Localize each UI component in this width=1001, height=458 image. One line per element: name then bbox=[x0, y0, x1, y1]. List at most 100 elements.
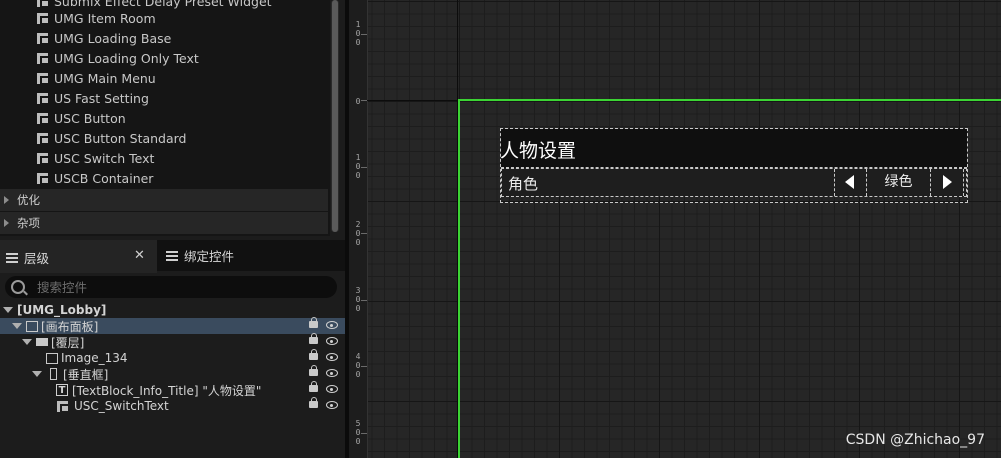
palette-item-label: US Fast Setting bbox=[54, 90, 149, 106]
palette-item-label: UMG Item Room bbox=[54, 10, 156, 26]
palette-item[interactable]: USC Switch Text bbox=[36, 148, 154, 168]
prev-button[interactable] bbox=[834, 169, 866, 196]
category-label: 杂项 bbox=[17, 216, 40, 230]
arrow-right-icon bbox=[943, 175, 952, 189]
tree-root[interactable]: [UMG_Lobby] bbox=[0, 302, 345, 318]
category-label: 优化 bbox=[17, 193, 40, 207]
palette-scrollbar-thumb[interactable] bbox=[332, 0, 338, 232]
lock-icon[interactable] bbox=[309, 333, 318, 344]
watermark: CSDN @Zhichao_97 bbox=[845, 432, 985, 448]
tree-item-label: [TextBlock_Info_Title] "人物设置" bbox=[72, 383, 262, 398]
collapse-arrow-icon bbox=[12, 323, 22, 329]
switch-label: 角色 bbox=[508, 175, 539, 193]
tree-item-title-textblock[interactable]: T [TextBlock_Info_Title] "人物设置" bbox=[0, 381, 345, 398]
user-widget-icon bbox=[36, 72, 50, 85]
user-widget-icon bbox=[36, 132, 50, 145]
canvas-panel-icon bbox=[26, 320, 38, 332]
lock-icon[interactable] bbox=[309, 397, 318, 408]
search-box bbox=[5, 276, 337, 298]
user-widget-icon bbox=[36, 112, 50, 125]
overlay-icon bbox=[36, 338, 48, 346]
ruler-tick bbox=[361, 233, 367, 234]
title-text: 人物设置 bbox=[500, 140, 577, 162]
tree-item-switch-text[interactable]: USC_SwitchText bbox=[0, 397, 345, 414]
palette-item[interactable]: USC Button bbox=[36, 108, 126, 128]
text-block-icon: T bbox=[56, 384, 68, 396]
palette-item[interactable]: USCB Container bbox=[36, 168, 153, 188]
arrow-left-icon bbox=[845, 175, 854, 189]
lock-icon[interactable] bbox=[309, 381, 318, 392]
title-text-block[interactable]: 人物设置 bbox=[500, 129, 967, 168]
tree-item-label: Image_134 bbox=[61, 351, 128, 365]
expand-arrow-icon bbox=[4, 196, 9, 204]
palette-item[interactable]: UMG Loading Base bbox=[36, 28, 171, 48]
tree-item-label: [画布面板] bbox=[41, 319, 99, 334]
user-widget-icon bbox=[56, 400, 70, 413]
palette-item[interactable]: UMG Item Room bbox=[36, 8, 156, 28]
lock-icon[interactable] bbox=[309, 317, 318, 328]
palette-item[interactable]: US Fast Setting bbox=[36, 88, 149, 108]
eye-icon[interactable] bbox=[326, 401, 338, 409]
user-widget-icon bbox=[36, 172, 50, 185]
eye-icon[interactable] bbox=[326, 369, 338, 377]
palette-item[interactable]: UMG Main Menu bbox=[36, 68, 156, 88]
eye-icon[interactable] bbox=[326, 353, 338, 361]
switch-text-widget[interactable]: 角色 绿色 bbox=[501, 168, 967, 197]
user-widget-icon bbox=[36, 152, 50, 165]
tree-item-overlay[interactable]: [覆层] bbox=[0, 333, 345, 350]
ruler-label: 0 bbox=[355, 97, 361, 106]
collapse-arrow-icon bbox=[3, 307, 13, 313]
tree-item-vertical-box[interactable]: [垂直框] bbox=[0, 365, 345, 382]
lock-icon[interactable] bbox=[309, 365, 318, 376]
collapse-arrow-icon bbox=[22, 339, 32, 345]
ruler-tick bbox=[361, 366, 367, 367]
list-icon bbox=[166, 250, 178, 262]
collapse-arrow-icon bbox=[32, 371, 42, 377]
tree-item-canvas-panel[interactable]: [画布面板] bbox=[0, 317, 345, 334]
ruler-tick bbox=[361, 300, 367, 301]
widget-palette: Submix Effect Delay Preset Widget UMG It… bbox=[0, 0, 330, 236]
search-input[interactable] bbox=[35, 278, 309, 296]
palette-item-label: USC Button bbox=[54, 110, 126, 126]
user-widget-icon bbox=[36, 12, 50, 25]
palette-item-label: USC Button Standard bbox=[54, 130, 187, 146]
image-icon bbox=[46, 352, 58, 364]
ruler-tick bbox=[361, 167, 367, 168]
eye-icon[interactable] bbox=[326, 385, 338, 393]
next-button[interactable] bbox=[930, 169, 964, 196]
search-icon bbox=[11, 280, 25, 294]
tab-bar: 层级 ✕ 绑定控件 bbox=[0, 240, 345, 273]
tab-bind-widgets[interactable]: 绑定控件 bbox=[160, 240, 340, 271]
tree-item-image[interactable]: Image_134 bbox=[0, 349, 345, 366]
close-icon[interactable]: ✕ bbox=[134, 248, 145, 263]
eye-icon[interactable] bbox=[326, 337, 338, 345]
eye-icon[interactable] bbox=[326, 321, 338, 329]
palette-item-label: UMG Loading Base bbox=[54, 30, 172, 46]
palette-item-label: USC Switch Text bbox=[54, 150, 155, 166]
ruler-tick bbox=[361, 433, 367, 434]
user-widget-icon bbox=[36, 32, 50, 45]
vertical-box-preview[interactable]: 人物设置 角色 绿色 bbox=[500, 128, 968, 203]
palette-item-label: UMG Main Menu bbox=[54, 70, 156, 86]
tree-item-label: [垂直框] bbox=[63, 367, 109, 382]
lock-icon[interactable] bbox=[309, 349, 318, 360]
user-widget-icon bbox=[36, 92, 50, 105]
palette-item[interactable]: UMG Loading Only Text bbox=[36, 48, 199, 68]
vertical-ruler: 1 0 0 0 1 0 0 2 0 0 3 0 0 4 0 0 5 0 0 bbox=[349, 0, 368, 458]
palette-item[interactable]: USC Button Standard bbox=[36, 128, 187, 148]
tab-hierarchy-label: 层级 bbox=[24, 251, 50, 266]
user-widget-icon bbox=[36, 0, 50, 8]
tree-item-label: USC_SwitchText bbox=[74, 399, 169, 413]
category-optimization[interactable]: 优化 bbox=[0, 189, 328, 211]
expand-arrow-icon bbox=[4, 219, 9, 227]
ruler-tick bbox=[361, 34, 367, 35]
left-panel: Submix Effect Delay Preset Widget UMG It… bbox=[0, 0, 345, 458]
list-icon bbox=[6, 252, 18, 264]
switch-value: 绿色 bbox=[866, 169, 930, 196]
vertical-box-icon bbox=[50, 368, 57, 380]
tab-bind-widgets-label: 绑定控件 bbox=[184, 249, 235, 264]
category-misc[interactable]: 杂项 bbox=[0, 212, 328, 234]
user-widget-icon bbox=[36, 52, 50, 65]
palette-item-label: UMG Loading Only Text bbox=[54, 50, 199, 66]
designer-canvas[interactable]: 1 0 0 0 1 0 0 2 0 0 3 0 0 4 0 0 5 0 0 人物… bbox=[349, 0, 1001, 458]
